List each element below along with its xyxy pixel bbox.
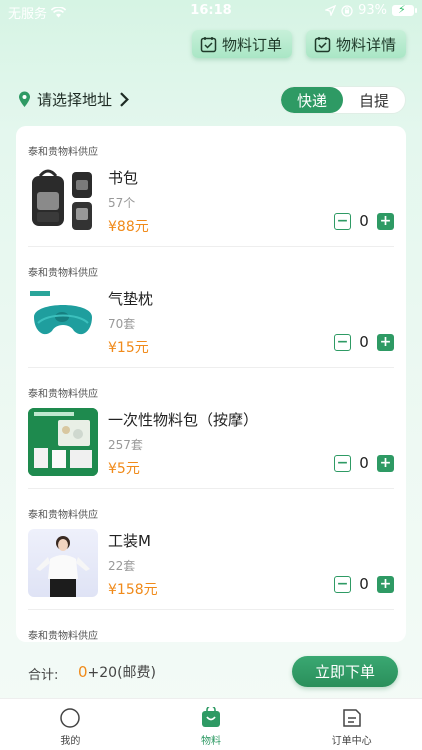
delivery-option-pickup[interactable]: 自提 [343, 87, 405, 113]
tab-label: 订单中心 [331, 736, 372, 747]
calendar-check-icon [200, 36, 217, 52]
list-item: 泰和贵物料供应 [28, 610, 394, 642]
place-order-button[interactable]: 立即下单 [292, 656, 398, 687]
product-stock: 257套 [108, 438, 143, 452]
quantity-stepper: − 0 + [334, 333, 394, 351]
total-label: 合计: [28, 668, 59, 683]
tab-label: 物料 [201, 736, 221, 747]
delivery-toggle: 快递 自提 [280, 86, 406, 114]
list-item: 泰和贵物料供应 工装M 22套 ¥158元 − 0 + [28, 489, 394, 610]
tab-label: 我的 [60, 736, 81, 747]
checkout-bar: 合计: 0+20(邮费) 立即下单 [0, 652, 422, 692]
quantity-value: 0 [359, 333, 369, 351]
battery-icon: ⚡ [392, 3, 417, 16]
chevron-right-icon [120, 92, 129, 107]
product-name: 书包 [108, 169, 139, 187]
calendar-check-icon [314, 36, 331, 52]
increment-button[interactable]: + [377, 333, 394, 351]
list-item: 泰和贵物料供应 气垫枕 70套 ¥15元 − 0 + [28, 247, 394, 368]
material-details-button[interactable]: 物料详情 [305, 30, 406, 58]
product-price: ¥15元 [108, 340, 149, 356]
product-image-supply-pack[interactable] [28, 408, 98, 476]
quantity-value: 0 [359, 454, 369, 472]
quantity-stepper: − 0 + [334, 575, 394, 593]
delivery-option-express[interactable]: 快递 [281, 87, 343, 113]
shipping-fee: +20(邮费) [87, 665, 157, 681]
product-name: 气垫枕 [108, 290, 154, 308]
supplier-name: 泰和贵物料供应 [28, 147, 98, 158]
user-circle-icon [60, 708, 81, 728]
orientation-lock-icon [341, 4, 353, 17]
product-stock: 57个 [108, 196, 136, 210]
decrement-button[interactable]: − [334, 454, 351, 472]
decrement-button[interactable]: − [334, 333, 351, 351]
product-price: ¥5元 [108, 461, 140, 477]
total-value: 0+20(邮费) [78, 662, 156, 682]
increment-button[interactable]: + [377, 454, 394, 472]
supplier-name: 泰和贵物料供应 [28, 510, 98, 521]
quantity-value: 0 [359, 212, 369, 230]
order-list-icon [342, 709, 361, 727]
list-item: 泰和贵物料供应 一次性物料包（按摩） 257套 ¥5元 − 0 + [28, 368, 394, 489]
total-amount: 0 [78, 663, 88, 681]
tab-materials[interactable]: 物料 [141, 699, 282, 750]
tab-order-center[interactable]: 订单中心 [281, 699, 422, 750]
product-stock: 70套 [108, 317, 136, 331]
increment-button[interactable]: + [377, 212, 394, 230]
material-orders-label: 物料订单 [221, 35, 282, 54]
product-image-uniform[interactable] [28, 529, 98, 597]
product-image-backpack[interactable] [28, 166, 98, 234]
increment-button[interactable]: + [377, 575, 394, 593]
quantity-stepper: − 0 + [334, 454, 394, 472]
product-list: 泰和贵物料供应 书包 57个 ¥88元 − 0 + 泰和贵物料供应 气垫枕 70… [16, 126, 406, 642]
product-price: ¥158元 [108, 582, 158, 598]
product-image-neck-pillow[interactable] [28, 287, 98, 355]
product-price: ¥88元 [108, 219, 149, 235]
tab-bar: 我的 物料 订单中心 [0, 698, 422, 750]
tab-mine[interactable]: 我的 [0, 699, 141, 750]
product-stock: 22套 [108, 559, 136, 573]
product-name: 工装M [108, 532, 151, 550]
supplier-name: 泰和贵物料供应 [28, 631, 98, 642]
decrement-button[interactable]: − [334, 575, 351, 593]
address-selector[interactable]: 请选择地址 [18, 89, 131, 110]
material-details-label: 物料详情 [335, 35, 396, 54]
location-arrow-icon [325, 5, 337, 16]
shopping-bag-icon [202, 707, 220, 727]
status-bar: 无服务 16:18 93% ⚡ [0, 0, 422, 22]
address-row: 请选择地址 快递 自提 [18, 86, 406, 114]
product-name: 一次性物料包（按摩） [108, 411, 259, 429]
decrement-button[interactable]: − [334, 212, 351, 230]
battery-percent: 93% [358, 3, 387, 18]
location-pin-icon [19, 91, 30, 107]
top-actions: 物料订单 物料详情 [191, 30, 406, 58]
material-orders-button[interactable]: 物料订单 [191, 30, 292, 58]
address-label: 请选择地址 [37, 91, 113, 109]
supplier-name: 泰和贵物料供应 [28, 268, 98, 279]
list-item: 泰和贵物料供应 书包 57个 ¥88元 − 0 + [28, 126, 394, 247]
quantity-stepper: − 0 + [334, 212, 394, 230]
supplier-name: 泰和贵物料供应 [28, 389, 98, 400]
quantity-value: 0 [359, 575, 369, 593]
